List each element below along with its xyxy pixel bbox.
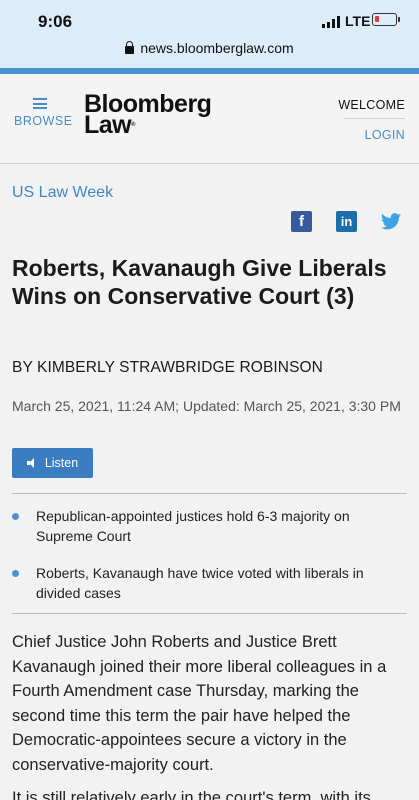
url-text: news.bloomberglaw.com xyxy=(140,40,294,56)
menu-icon xyxy=(33,98,47,109)
signal-icon xyxy=(322,16,340,28)
bullet-dot-icon xyxy=(12,570,19,577)
summary-divider-bottom xyxy=(12,613,407,614)
linkedin-share-icon[interactable]: in xyxy=(336,211,357,232)
clock: 9:06 xyxy=(38,12,73,31)
speaker-icon xyxy=(26,458,38,468)
header-divider xyxy=(344,118,405,119)
article-byline: BY KIMBERLY STRAWBRIDGE ROBINSON xyxy=(12,359,323,376)
twitter-share-icon[interactable] xyxy=(380,211,401,232)
summary-bullet-text: Roberts, Kavanaugh have twice voted with… xyxy=(36,565,364,601)
article-headline: Roberts, Kavanaugh Give Liberals Wins on… xyxy=(12,255,387,309)
summary-bullet-text: Republican-appointed justices hold 6-3 m… xyxy=(36,508,350,544)
summary-bullet: Republican-appointed justices hold 6-3 m… xyxy=(12,506,407,546)
welcome-label: WELCOME xyxy=(338,98,405,112)
section-kicker-link[interactable]: US Law Week xyxy=(12,184,113,202)
logo-line2: Law xyxy=(84,111,132,139)
article-body-paragraph: Chief Justice John Roberts and Justice B… xyxy=(12,633,387,774)
listen-label: Listen xyxy=(44,456,79,470)
twitter-bird-icon xyxy=(380,213,401,230)
address-bar[interactable]: news.bloomberglaw.com xyxy=(0,40,419,56)
browse-button[interactable]: BROWSE xyxy=(14,98,73,128)
summary-bullet: Roberts, Kavanaugh have twice voted with… xyxy=(12,563,407,603)
article-body-paragraph-partial: It is still relatively early in the cour… xyxy=(12,789,371,800)
bloomberg-law-logo[interactable]: Bloomberg Law® xyxy=(84,92,212,139)
login-link[interactable]: LOGIN xyxy=(365,128,405,142)
site-header: BROWSE Bloomberg Law® WELCOME LOGIN xyxy=(0,74,419,164)
browse-label: BROWSE xyxy=(14,114,73,128)
article-dateline: March 25, 2021, 11:24 AM; Updated: March… xyxy=(12,398,401,414)
battery-icon xyxy=(372,13,400,26)
summary-divider-top xyxy=(12,493,407,494)
browser-chrome: 9:06 LTE news.bloomberglaw.com xyxy=(0,0,419,68)
listen-button[interactable]: Listen xyxy=(12,448,93,478)
facebook-share-icon[interactable]: f xyxy=(291,211,312,232)
network-label: LTE xyxy=(345,13,371,29)
bullet-dot-icon xyxy=(12,513,19,520)
lock-icon xyxy=(125,41,135,54)
